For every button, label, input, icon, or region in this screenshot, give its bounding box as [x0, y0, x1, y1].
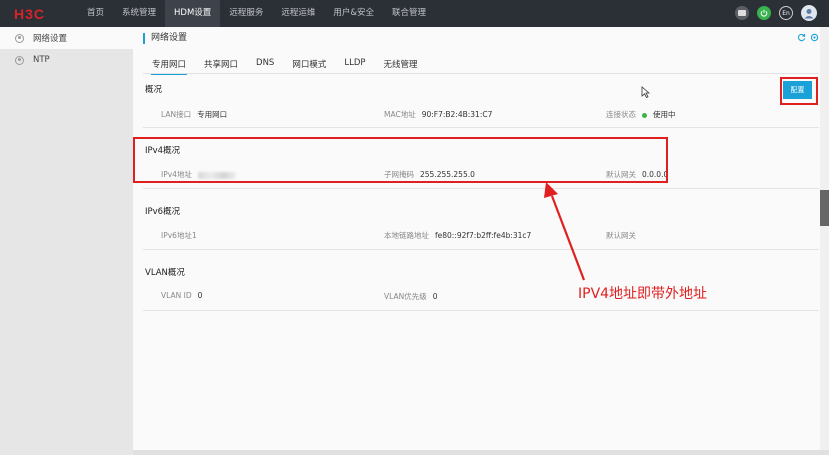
nav-joint-management[interactable]: 联合管理	[383, 0, 435, 27]
lan-label: LAN接口	[161, 110, 192, 119]
refresh-icon[interactable]	[797, 33, 806, 45]
network-settings-icon	[15, 33, 24, 43]
link-local-label: 本地链路地址	[384, 231, 429, 240]
mac-value: 90:F7:B2:4B:31:C7	[421, 110, 493, 119]
ipv6-title: IPv6概况	[145, 207, 181, 217]
vlan-priority-value: 0	[432, 292, 438, 301]
vlan-row: VLAN ID 0 VLAN优先级 0	[133, 291, 829, 303]
nav-system-management[interactable]: 系统管理	[113, 0, 165, 27]
overview-row: LAN接口 专用网口 MAC地址 90:F7:B2:4B:31:C7 连接状态 使用中	[133, 109, 829, 121]
nav-remote-ops[interactable]: 远程运维	[272, 0, 324, 27]
nav-home[interactable]: 首页	[78, 0, 113, 27]
vlan-id-label: VLAN ID	[161, 291, 192, 300]
uid-icon[interactable]	[735, 6, 749, 20]
sidebar-item-label: NTP	[33, 55, 50, 65]
status-label: 连接状态	[606, 110, 636, 119]
tab-port-mode[interactable]: 网口模式	[283, 55, 335, 75]
top-right-icons: En	[735, 5, 817, 21]
horizontal-scrollbar[interactable]	[133, 450, 829, 455]
tab-dns[interactable]: DNS	[247, 55, 283, 75]
tabs-divider	[143, 73, 819, 74]
main-content: 网络设置 专用网口 共享网口 DNS 网口模式 LLDP 无线管理 概况 配置 …	[133, 27, 829, 450]
language-icon[interactable]: En	[779, 6, 793, 20]
main-nav: 首页 系统管理 HDM设置 远程服务 远程运维 用户&安全 联合管理	[78, 0, 435, 27]
sidebar-item-ntp[interactable]: NTP	[0, 49, 133, 71]
h3c-logo[interactable]: H3C	[14, 6, 45, 22]
section-divider	[143, 249, 819, 250]
status-dot-icon	[642, 112, 647, 118]
vlan-id-value: 0	[197, 291, 203, 300]
sidebar: 网络设置 NTP	[0, 27, 133, 455]
tab-dedicated-port[interactable]: 专用网口	[143, 55, 195, 75]
page-tools	[797, 33, 819, 45]
vertical-scrollbar-thumb[interactable]	[820, 190, 829, 226]
annotation-text: IPV4地址即带外地址	[578, 286, 708, 302]
annotation-arrow-icon	[544, 182, 586, 281]
tab-shared-port[interactable]: 共享网口	[195, 55, 247, 75]
top-navigation-bar: H3C 首页 系统管理 HDM设置 远程服务 远程运维 用户&安全 联合管理 E…	[0, 0, 829, 27]
ipv6-row: IPv6地址1 本地链路地址 fe80::92f7:b2ff:fe4b:31c7 …	[133, 230, 829, 242]
config-highlight-box	[780, 77, 818, 105]
section-divider	[143, 310, 819, 311]
vertical-scrollbar-track	[820, 27, 829, 450]
network-tabs: 专用网口 共享网口 DNS 网口模式 LLDP 无线管理	[143, 55, 427, 75]
status-value: 使用中	[653, 110, 676, 119]
mouse-cursor-icon	[641, 86, 650, 98]
nav-user-security[interactable]: 用户&安全	[324, 0, 383, 27]
page-title: 网络设置	[143, 33, 187, 44]
section-divider	[143, 188, 819, 189]
nav-hdm-settings[interactable]: HDM设置	[165, 0, 221, 27]
overview-title: 概况	[145, 85, 163, 95]
section-divider	[143, 127, 819, 128]
lan-value: 专用网口	[197, 110, 228, 119]
sidebar-item-label: 网络设置	[33, 34, 68, 44]
mac-label: MAC地址	[384, 110, 416, 119]
settings-icon[interactable]	[810, 33, 819, 45]
ntp-icon	[15, 55, 24, 65]
sidebar-item-network-settings[interactable]: 网络设置	[0, 27, 133, 49]
tab-wireless[interactable]: 无线管理	[375, 55, 427, 75]
link-local-value: fe80::92f7:b2ff:fe4b:31c7	[435, 231, 532, 240]
vlan-priority-label: VLAN优先级	[384, 292, 427, 301]
ipv4-highlight-box	[133, 137, 668, 183]
user-avatar-icon[interactable]	[801, 5, 817, 21]
vlan-title: VLAN概况	[145, 268, 185, 278]
ipv6-gateway-label: 默认网关	[606, 231, 636, 240]
ipv6-address-label: IPv6地址1	[161, 231, 197, 240]
tab-lldp[interactable]: LLDP	[335, 55, 374, 75]
power-icon[interactable]	[757, 6, 771, 20]
nav-remote-service[interactable]: 远程服务	[220, 0, 272, 27]
